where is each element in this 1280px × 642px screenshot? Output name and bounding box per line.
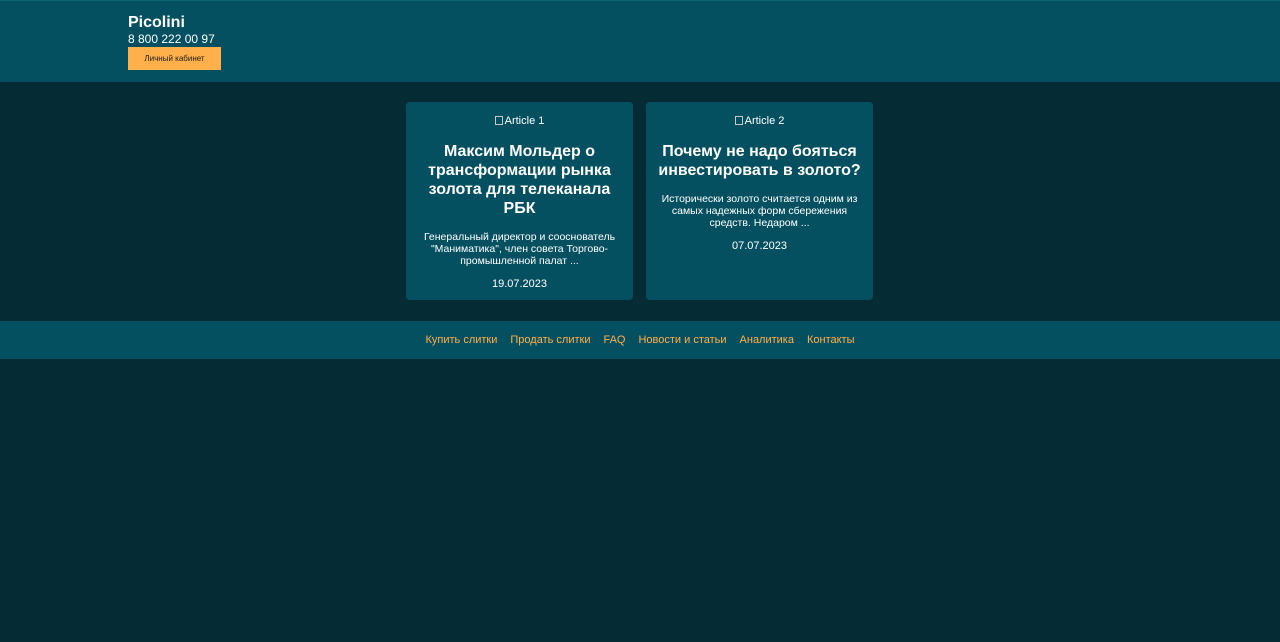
article-card[interactable]: Article 2 Почему не надо бояться инвести…	[646, 102, 873, 300]
article-card[interactable]: Article 1 Максим Мольдер о трансформации…	[406, 102, 633, 300]
personal-account-button[interactable]: Личный кабинет	[128, 47, 221, 70]
article-date: 07.07.2023	[731, 240, 788, 252]
footer-link-news[interactable]: Новости и статьи	[638, 334, 726, 347]
footer-link-analytics[interactable]: Аналитика	[740, 334, 794, 347]
broken-image-icon	[494, 116, 503, 125]
article-title[interactable]: Максим Мольдер о трансформации рынка зол…	[416, 142, 623, 218]
article-image[interactable]: Article 2	[656, 115, 863, 128]
footer-link-sell-bars[interactable]: Продать слитки	[510, 334, 590, 347]
broken-image-icon	[734, 116, 743, 125]
footer-link-buy-bars[interactable]: Купить слитки	[425, 334, 497, 347]
footer-link-contacts[interactable]: Контакты	[807, 334, 855, 347]
articles-section: Article 1 Максим Мольдер о трансформации…	[0, 82, 1280, 321]
footer-link-faq[interactable]: FAQ	[603, 334, 625, 347]
article-excerpt: Исторически золото считается одним из са…	[661, 193, 858, 229]
article-excerpt: Генеральный директор и сооснователь "Ман…	[423, 231, 616, 267]
article-date: 19.07.2023	[491, 278, 548, 290]
phone-number[interactable]: 8 800 222 00 97	[128, 32, 215, 46]
brand-name[interactable]: Picolini	[128, 14, 185, 32]
article-title[interactable]: Почему не надо бояться инвестировать в з…	[656, 142, 863, 180]
article-image-alt: Article 1	[504, 115, 545, 127]
article-image[interactable]: Article 1	[416, 115, 623, 128]
site-header: Picolini 8 800 222 00 97 Личный кабинет	[0, 0, 1280, 82]
article-image-alt: Article 2	[744, 115, 785, 127]
footer-nav: Купить слитки Продать слитки FAQ Новости…	[0, 321, 1280, 359]
